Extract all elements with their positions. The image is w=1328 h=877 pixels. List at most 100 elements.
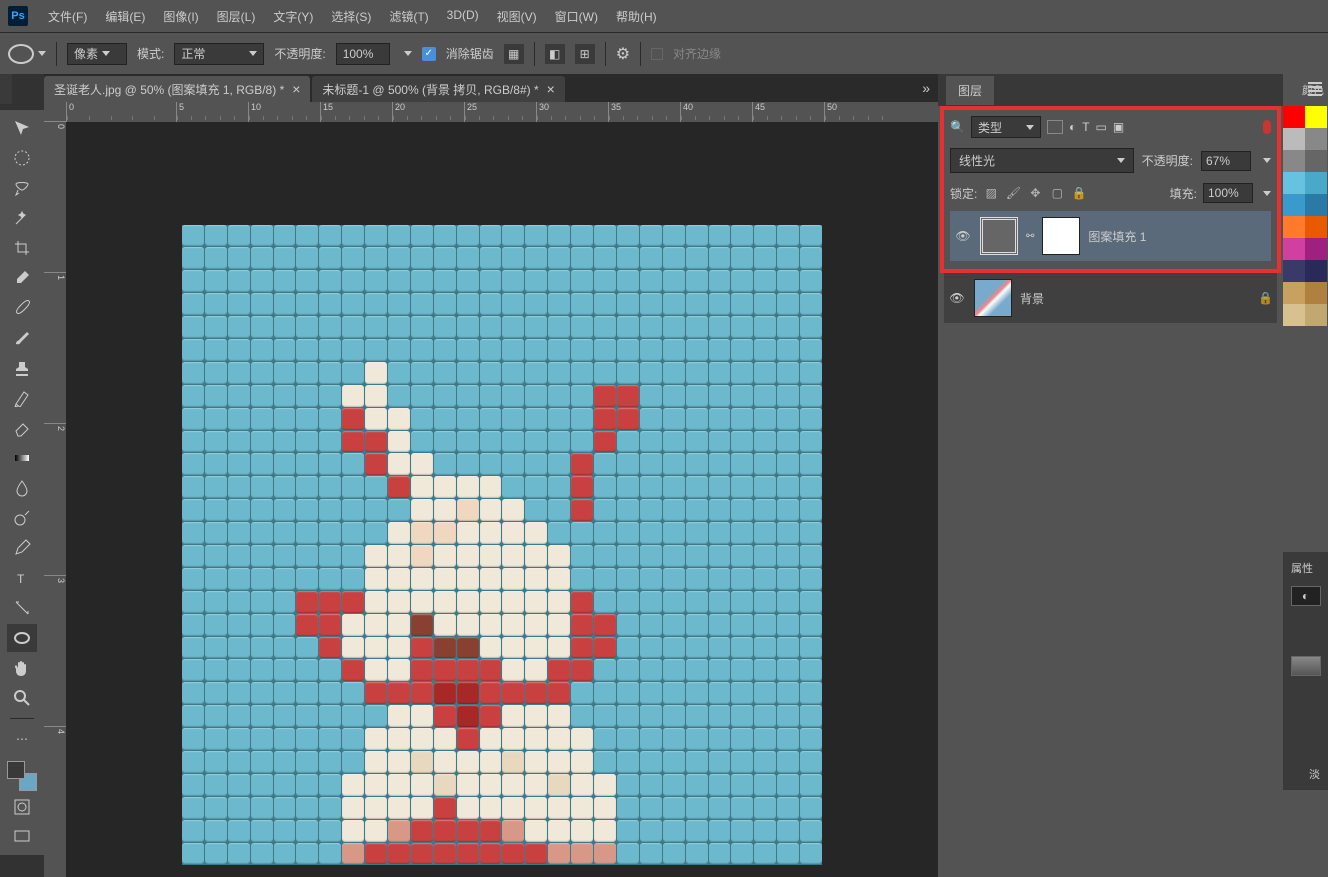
menu-帮助(H)[interactable]: 帮助(H) bbox=[608, 4, 665, 29]
layer-thumbnail[interactable] bbox=[974, 279, 1012, 317]
swatch[interactable] bbox=[1283, 128, 1305, 150]
tool-dodge[interactable] bbox=[7, 504, 37, 532]
tool-crop[interactable] bbox=[7, 234, 37, 262]
visibility-icon[interactable]: 👁 bbox=[954, 227, 972, 245]
canvas[interactable] bbox=[182, 225, 822, 865]
lock-position-icon[interactable]: ✥ bbox=[1027, 185, 1043, 201]
menu-3D(D)[interactable]: 3D(D) bbox=[439, 4, 487, 29]
filter-pixel-icon[interactable] bbox=[1047, 120, 1063, 134]
layer-name[interactable]: 图案填充 1 bbox=[1088, 228, 1267, 245]
swatch[interactable] bbox=[1305, 172, 1327, 194]
menu-窗口(W)[interactable]: 窗口(W) bbox=[547, 4, 606, 29]
menu-图像(I)[interactable]: 图像(I) bbox=[155, 4, 206, 29]
opacity-input[interactable]: 100% bbox=[336, 43, 390, 65]
lock-paint-icon[interactable]: 🖌 bbox=[1005, 185, 1021, 201]
gear-icon[interactable]: ⚙ bbox=[616, 44, 630, 64]
swatch[interactable] bbox=[1283, 282, 1305, 304]
swatch[interactable] bbox=[1283, 238, 1305, 260]
blend-mode-select-panel[interactable]: 线性光 bbox=[950, 148, 1134, 173]
collapsed-panel[interactable] bbox=[0, 74, 12, 104]
tool-healing[interactable] bbox=[7, 294, 37, 322]
tool-shape[interactable] bbox=[7, 624, 37, 652]
menu-文字(Y)[interactable]: 文字(Y) bbox=[265, 4, 321, 29]
menu-滤镜(T)[interactable]: 滤镜(T) bbox=[381, 4, 436, 29]
tool-path[interactable] bbox=[7, 594, 37, 622]
document-tab[interactable]: 圣诞老人.jpg @ 50% (图案填充 1, RGB/8) *× bbox=[44, 76, 310, 102]
filter-toggle[interactable] bbox=[1263, 120, 1271, 134]
swatch[interactable] bbox=[1283, 216, 1305, 238]
lock-transparency-icon[interactable]: ▨ bbox=[983, 185, 999, 201]
opt-icon-1[interactable]: ▦ bbox=[504, 44, 524, 64]
color-tab[interactable]: 颜色 bbox=[1302, 82, 1324, 98]
close-icon[interactable]: × bbox=[547, 81, 555, 97]
tool-lasso[interactable] bbox=[7, 174, 37, 202]
swatch[interactable] bbox=[1305, 216, 1327, 238]
tool-move[interactable] bbox=[7, 114, 37, 142]
tool-eyedropper[interactable] bbox=[7, 264, 37, 292]
layer-row-pattern-fill[interactable]: 👁 ⚯ 图案填充 1 bbox=[950, 211, 1271, 261]
screenmode-icon[interactable] bbox=[7, 823, 37, 851]
menu-文件(F)[interactable]: 文件(F) bbox=[40, 4, 95, 29]
layer-row-background[interactable]: 👁 背景 🔒 bbox=[944, 273, 1277, 323]
lock-artboard-icon[interactable]: ▢ bbox=[1049, 185, 1065, 201]
filter-adjust-icon[interactable]: ◐ bbox=[1069, 120, 1076, 134]
swatch[interactable] bbox=[1283, 150, 1305, 172]
tool-stamp[interactable] bbox=[7, 354, 37, 382]
tool-magic-wand[interactable] bbox=[7, 204, 37, 232]
filter-type-select[interactable]: 类型 bbox=[971, 116, 1041, 138]
align-edges-checkbox[interactable] bbox=[651, 48, 663, 60]
panel-opacity-input[interactable]: 67% bbox=[1201, 151, 1251, 171]
swatch[interactable] bbox=[1283, 194, 1305, 216]
menu-视图(V)[interactable]: 视图(V) bbox=[489, 4, 545, 29]
fill-input[interactable]: 100% bbox=[1203, 183, 1253, 203]
visibility-icon[interactable]: 👁 bbox=[948, 289, 966, 307]
opacity-dropdown-icon[interactable] bbox=[404, 51, 412, 56]
search-icon[interactable]: 🔍 bbox=[950, 120, 965, 134]
tool-type[interactable]: T bbox=[7, 564, 37, 592]
current-tool-icon[interactable] bbox=[8, 44, 34, 64]
layer-thumbnail[interactable] bbox=[980, 217, 1018, 255]
tool-eraser[interactable] bbox=[7, 414, 37, 442]
swatch[interactable] bbox=[1305, 106, 1327, 128]
tool-zoom[interactable] bbox=[7, 684, 37, 712]
lock-all-icon[interactable]: 🔒 bbox=[1071, 185, 1087, 201]
menu-图层(L)[interactable]: 图层(L) bbox=[209, 4, 264, 29]
layers-tab[interactable]: 图层 bbox=[946, 76, 994, 105]
swatch[interactable] bbox=[1305, 194, 1327, 216]
link-icon[interactable]: ⚯ bbox=[1026, 231, 1034, 242]
swatch[interactable] bbox=[1283, 260, 1305, 282]
opt-icon-3[interactable]: ⊞ bbox=[575, 44, 595, 64]
swatch[interactable] bbox=[1305, 238, 1327, 260]
swatch[interactable] bbox=[1305, 128, 1327, 150]
fill-drop-icon[interactable] bbox=[1263, 191, 1271, 196]
swatch[interactable] bbox=[1283, 304, 1305, 326]
menu-选择(S)[interactable]: 选择(S) bbox=[323, 4, 379, 29]
tool-pen[interactable] bbox=[7, 534, 37, 562]
tool-ellipse-marquee[interactable] bbox=[7, 144, 37, 172]
tool-gradient[interactable] bbox=[7, 444, 37, 472]
tool-hand[interactable] bbox=[7, 654, 37, 682]
close-icon[interactable]: × bbox=[292, 81, 300, 97]
canvas-area[interactable] bbox=[66, 122, 938, 877]
filter-shape-icon[interactable]: ▭ bbox=[1096, 120, 1107, 134]
filter-type-icon[interactable]: T bbox=[1082, 120, 1089, 134]
tool-blur[interactable] bbox=[7, 474, 37, 502]
properties-title[interactable]: 属性 bbox=[1287, 556, 1324, 580]
color-swatch[interactable] bbox=[7, 761, 37, 791]
swatch[interactable] bbox=[1305, 282, 1327, 304]
shape-mode-select[interactable]: 像素 bbox=[67, 43, 127, 65]
quickmask-icon[interactable] bbox=[7, 793, 37, 821]
adjustment-icon[interactable] bbox=[1291, 656, 1321, 676]
edit-toolbar[interactable]: ⋯ bbox=[7, 725, 37, 753]
document-tab[interactable]: 未标题-1 @ 500% (背景 拷贝, RGB/8#) *× bbox=[312, 76, 564, 102]
properties-icon[interactable]: ◐ bbox=[1291, 586, 1321, 606]
swatch[interactable] bbox=[1283, 106, 1305, 128]
tool-brush[interactable] bbox=[7, 324, 37, 352]
swatch[interactable] bbox=[1305, 260, 1327, 282]
antialias-checkbox[interactable]: ✓ bbox=[422, 47, 436, 61]
layer-mask-thumbnail[interactable] bbox=[1042, 217, 1080, 255]
tool-history[interactable] bbox=[7, 384, 37, 412]
swatch[interactable] bbox=[1305, 304, 1327, 326]
layer-name[interactable]: 背景 bbox=[1020, 290, 1250, 307]
filter-smart-icon[interactable]: ▣ bbox=[1113, 120, 1124, 134]
